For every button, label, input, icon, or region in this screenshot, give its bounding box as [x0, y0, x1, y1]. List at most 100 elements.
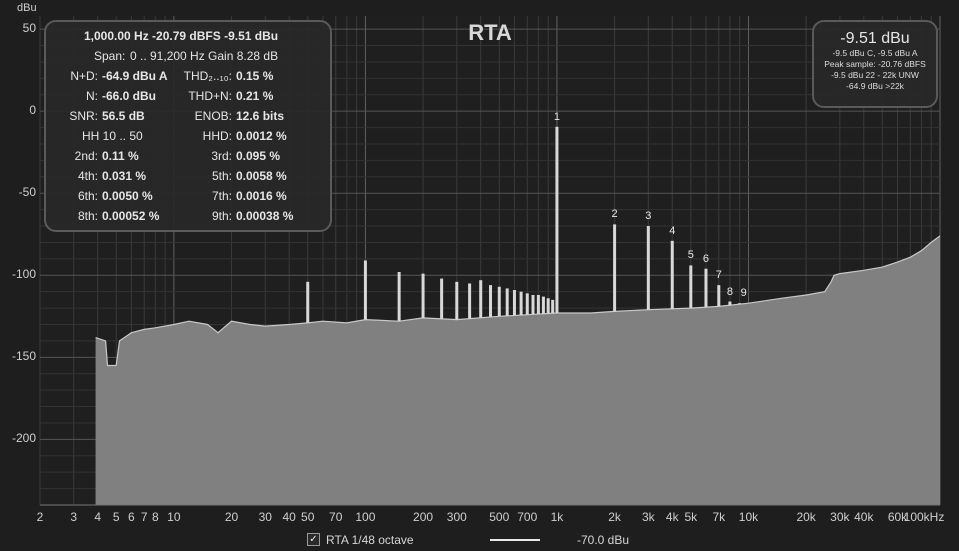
spectral-peak: [440, 278, 444, 319]
stats-value: 0.0012 %: [236, 129, 287, 143]
stats-value: 0.21 %: [236, 89, 274, 103]
stats-value: 0.0016 %: [236, 189, 287, 203]
stats-row: N: -66.0 dBu THD+N: 0.21 %: [46, 89, 330, 107]
y-tick-label: -50: [18, 185, 36, 200]
y-tick-label: -150: [11, 349, 36, 364]
stats-value: -64.9 dBu A: [102, 69, 168, 83]
stats-label: 3rd:: [211, 149, 232, 163]
spectral-peak: [728, 301, 732, 306]
stats-label: ENOB:: [194, 109, 232, 123]
spectral-peak: [519, 291, 523, 316]
stats-label: 7th:: [211, 189, 232, 203]
spectral-peak: [555, 126, 559, 314]
spectral-peak: [646, 226, 650, 310]
stats-row: HH 10 .. 50 HHD: 0.0012 %: [46, 129, 330, 147]
stats-label: Span:: [94, 49, 126, 63]
x-tick-label: 6: [128, 510, 135, 524]
spectral-peak: [546, 298, 550, 314]
stats-value: 0.095 %: [236, 149, 281, 163]
rta-visibility-checkbox[interactable]: ✓: [307, 533, 320, 546]
spectral-peak: [306, 281, 310, 323]
spectral-peak: [363, 260, 367, 320]
stats-value: 0.0058 %: [236, 169, 287, 183]
stats-row: 4th: 0.031 % 5th: 0.0058 %: [46, 169, 330, 187]
stats-label: 4th:: [77, 169, 98, 183]
x-tick-label: 5k: [684, 510, 698, 524]
stats-value: 1,000.00 Hz -20.79 dBFS -9.51 dBu: [84, 29, 279, 43]
harmonic-label: 5: [687, 249, 694, 262]
y-tick-label: 50: [22, 21, 36, 36]
x-tick-label: 20k: [796, 510, 816, 524]
stats-panel[interactable]: 1,000.00 Hz -20.79 dBFS -9.51 dBu Span: 0 …: [44, 20, 332, 232]
readout-line: Peak sample: -20.76 dBFS: [824, 59, 926, 69]
stats-label: THD₂..₁₀:: [183, 69, 232, 83]
stats-value: 0.0050 %: [102, 189, 153, 203]
legend: ✓ RTA 1/48 octave -70.0 dBu: [0, 531, 959, 551]
x-tick-label: 4: [94, 510, 101, 524]
level-readout-main: -9.51 dBu: [840, 30, 910, 47]
stats-label: 9th:: [211, 209, 232, 223]
stats-row: Span: 0 .. 91,200 Hz Gain 8.28 dB: [46, 49, 330, 67]
legend-value: -70.0 dBu: [577, 533, 630, 547]
x-tick-label: 40k: [854, 510, 874, 524]
spectral-peak: [689, 265, 693, 309]
harmonic-label: 1: [553, 110, 560, 123]
harmonic-label: 9: [740, 287, 747, 300]
x-tick-label: 7: [140, 510, 148, 524]
spectral-peak: [541, 296, 545, 314]
stats-row: SNR: 56.5 dB ENOB: 12.6 bits: [46, 109, 330, 127]
x-tick-label: 500: [489, 510, 510, 524]
x-tick-label: 2k: [608, 510, 621, 524]
stats-label: SNR:: [69, 109, 98, 123]
stats-value: 12.6 bits: [236, 109, 285, 123]
stats-value: -66.0 dBu: [102, 89, 157, 103]
harmonic-label: 4: [669, 224, 676, 237]
y-tick-label: 0: [29, 103, 36, 118]
readout-line: -9.5 dBu 22 - 22k UNW: [831, 70, 919, 80]
spectral-peak: [551, 299, 555, 314]
spectral-peak: [670, 240, 674, 309]
stats-row: 2nd: 0.11 % 3rd: 0.095 %: [46, 149, 330, 167]
level-readout-panel[interactable]: -9.51 dBu -9.5 dBu C, -9.5 dBu A Peak sa…: [812, 20, 938, 108]
stats-value: 0.15 %: [236, 69, 274, 83]
x-tick-label: 10k: [738, 510, 759, 524]
x-tick-label: 10: [167, 510, 181, 524]
spectral-peak: [497, 286, 501, 317]
spectral-peak: [397, 271, 401, 322]
harmonic-label: 6: [702, 252, 710, 265]
x-tick-label: 200: [413, 510, 434, 524]
x-tick-label: 3: [70, 510, 78, 524]
stats-value: 0 .. 91,200 Hz Gain 8.28 dB: [130, 49, 279, 63]
harmonic-label: 2: [611, 208, 618, 221]
spectral-peak: [505, 288, 509, 316]
stats-label: 5th:: [211, 169, 232, 183]
x-tick-label: 50: [301, 510, 315, 524]
spectral-peak: [717, 285, 721, 307]
spectral-peak: [536, 294, 540, 315]
x-tick-label: 7k: [712, 510, 726, 524]
x-tick-label: 3k: [641, 510, 655, 524]
spectral-peak: [468, 283, 472, 319]
stats-label: N:: [86, 89, 98, 103]
x-tick-label: 20: [224, 510, 239, 524]
spectral-peak: [738, 303, 742, 305]
x-tick-label: 8: [151, 510, 159, 524]
spectral-peak: [489, 285, 493, 317]
legend-series-label: RTA 1/48 octave: [326, 533, 414, 547]
x-tick-label: 5: [112, 510, 120, 524]
x-tick-label: 100: [355, 510, 376, 524]
stats-label: 6th:: [77, 189, 98, 203]
legend-line-swatch: [490, 539, 540, 541]
spectral-peak: [613, 224, 617, 312]
stats-label: 8th:: [77, 209, 98, 223]
stats-row: 6th: 0.0050 % 7th: 0.0016 %: [46, 189, 330, 207]
stats-label: HHD:: [202, 129, 232, 143]
stats-value: 56.5 dB: [102, 109, 145, 123]
x-tick-label: 30k: [830, 510, 850, 524]
x-tick-label: 4k: [665, 510, 679, 524]
spectral-peak: [479, 280, 483, 318]
x-tick-label: 1k: [550, 510, 564, 524]
spectral-peak: [512, 290, 516, 316]
stats-value: 0.031 %: [102, 169, 147, 183]
stats-row: N+D: -64.9 dBu A THD₂..₁₀: 0.15 %: [46, 69, 330, 87]
